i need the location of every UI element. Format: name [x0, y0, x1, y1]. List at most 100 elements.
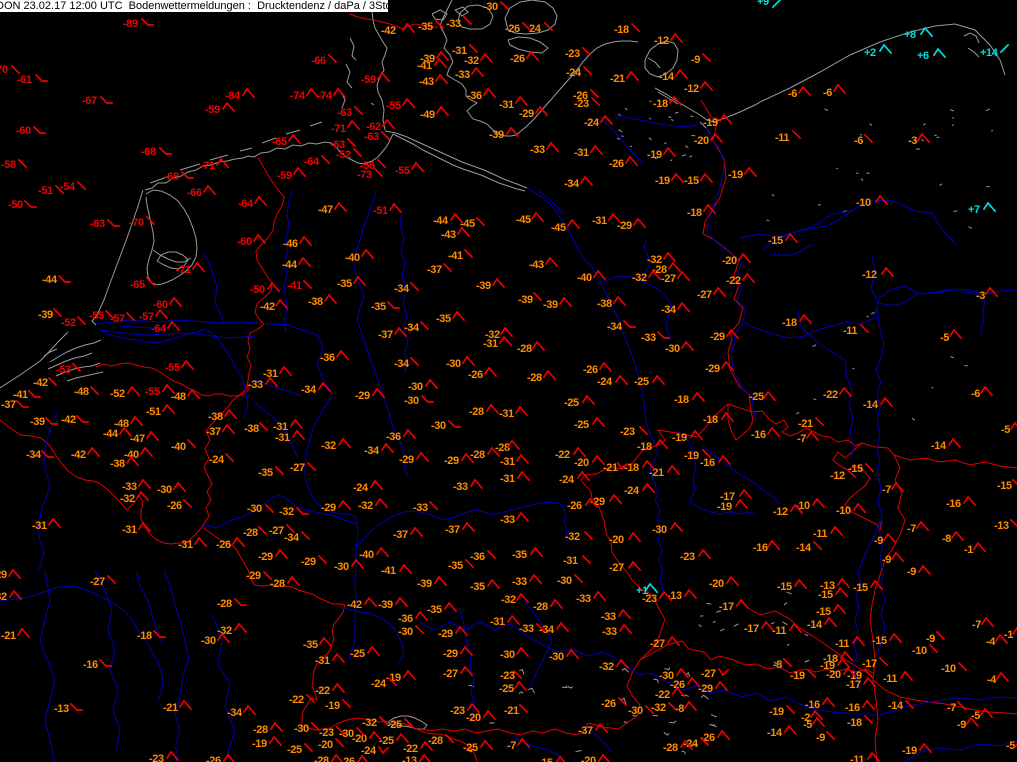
svg-text:-13: -13 [402, 755, 417, 762]
svg-text:-30: -30 [557, 575, 572, 587]
svg-text:-26: -26 [601, 698, 616, 710]
svg-text:-6: -6 [823, 87, 832, 99]
svg-text:-19: -19 [728, 169, 743, 181]
svg-text:-28: -28 [470, 449, 485, 461]
svg-text:-20: -20 [694, 135, 709, 147]
svg-text:-28: -28 [217, 598, 232, 610]
svg-text:-3: -3 [976, 290, 985, 302]
svg-text:-34: -34 [364, 445, 380, 457]
svg-text:-4: -4 [986, 636, 996, 648]
svg-text:-12: -12 [830, 470, 845, 482]
svg-text:-12: -12 [862, 269, 877, 281]
svg-text:-30: -30 [628, 705, 643, 717]
svg-text:-32: -32 [120, 493, 135, 505]
svg-text:-41: -41 [381, 565, 396, 577]
svg-text:-42: -42 [71, 449, 86, 461]
svg-text:-32: -32 [358, 500, 373, 512]
svg-text:-36: -36 [386, 431, 401, 443]
svg-text:-27: -27 [697, 289, 712, 301]
svg-text:-42: -42 [347, 599, 362, 611]
svg-text:-26: -26 [510, 53, 525, 65]
svg-text:-64: -64 [151, 323, 167, 335]
svg-text:-6: -6 [788, 88, 797, 100]
svg-text:-30: -30 [500, 649, 515, 661]
svg-text:-11: -11 [772, 625, 786, 637]
svg-text:-28: -28 [314, 755, 329, 762]
svg-text:+6: +6 [917, 50, 929, 62]
svg-text:-22: -22 [289, 694, 304, 706]
svg-text:-23: -23 [149, 753, 164, 762]
svg-text:+14: +14 [980, 47, 999, 59]
svg-text:-35: -35 [418, 21, 433, 33]
svg-text:-23: -23 [574, 98, 589, 110]
svg-text:-33: -33 [512, 576, 527, 588]
svg-text:-44: -44 [282, 259, 298, 271]
svg-text:-33: -33 [122, 481, 137, 493]
svg-text:-71: -71 [176, 264, 191, 276]
svg-text:-31: -31 [315, 655, 330, 667]
svg-text:-30: -30 [247, 503, 262, 515]
svg-text:-28: -28 [469, 406, 484, 418]
svg-text:-34: -34 [607, 321, 623, 333]
svg-text:-40: -40 [345, 252, 360, 264]
svg-text:-9: -9 [957, 719, 966, 731]
svg-text:-36: -36 [470, 551, 485, 563]
svg-text:-21: -21 [798, 418, 813, 430]
svg-text:-26: -26 [609, 158, 624, 170]
svg-text:-24: -24 [597, 376, 613, 388]
svg-text:-7: -7 [907, 523, 916, 535]
svg-text:-25: -25 [350, 648, 365, 660]
svg-text:-25: -25 [499, 683, 514, 695]
svg-text:-21: -21 [603, 462, 618, 474]
svg-text:-31: -31 [500, 473, 515, 485]
svg-text:-65: -65 [130, 279, 145, 291]
svg-text:-38: -38 [597, 298, 612, 310]
svg-text:-24: -24 [559, 474, 575, 486]
svg-text:-50: -50 [8, 199, 23, 211]
svg-text:-25: -25 [749, 391, 764, 403]
svg-text:-10: -10 [795, 500, 810, 512]
svg-text:-32: -32 [632, 272, 647, 284]
svg-text:-38: -38 [244, 423, 259, 435]
svg-text:-30: -30 [431, 420, 446, 432]
svg-text:-17: -17 [719, 601, 734, 613]
svg-text:-35: -35 [258, 467, 273, 479]
svg-text:-42: -42 [260, 301, 275, 313]
svg-text:-10: -10 [912, 645, 927, 657]
svg-text:-22: -22 [655, 689, 670, 701]
svg-text:-34: -34 [394, 358, 410, 370]
svg-text:-15: -15 [816, 606, 831, 618]
svg-text:-15: -15 [997, 480, 1012, 492]
svg-text:-33: -33 [519, 623, 534, 635]
svg-text:-14: -14 [888, 700, 904, 712]
svg-text:-31: -31 [178, 539, 193, 551]
svg-text:-32: -32 [279, 506, 294, 518]
svg-text:-32: -32 [599, 661, 614, 673]
svg-text:-39: -39 [417, 578, 432, 590]
svg-text:-33: -33 [453, 481, 468, 493]
svg-text:-34: -34 [564, 178, 580, 190]
svg-text:-59: -59 [361, 74, 376, 86]
svg-text:-33: -33 [248, 379, 263, 391]
svg-text:-32: -32 [217, 625, 232, 637]
svg-text:-66: -66 [311, 55, 326, 67]
svg-text:-28: -28 [533, 601, 548, 613]
svg-text:-27: -27 [650, 638, 665, 650]
svg-text:-15: -15 [818, 589, 833, 601]
svg-text:-37: -37 [578, 725, 593, 737]
svg-text:-26: -26 [468, 369, 483, 381]
svg-text:-19: -19 [790, 670, 805, 682]
svg-text:-68: -68 [141, 146, 156, 158]
svg-text:-5: -5 [1001, 424, 1010, 436]
svg-text:-34: -34 [404, 322, 420, 334]
svg-text:-40: -40 [171, 441, 186, 453]
svg-text:-55: -55 [395, 165, 410, 177]
svg-text:-63: -63 [364, 131, 379, 143]
svg-text:-39: -39 [476, 280, 491, 292]
svg-text:-31: -31 [563, 555, 578, 567]
svg-text:-29: -29 [355, 390, 370, 402]
svg-text:-65: -65 [272, 136, 287, 148]
svg-text:-74: -74 [290, 90, 306, 102]
svg-text:-28: -28 [428, 735, 443, 747]
svg-text:-60: -60 [16, 125, 31, 137]
